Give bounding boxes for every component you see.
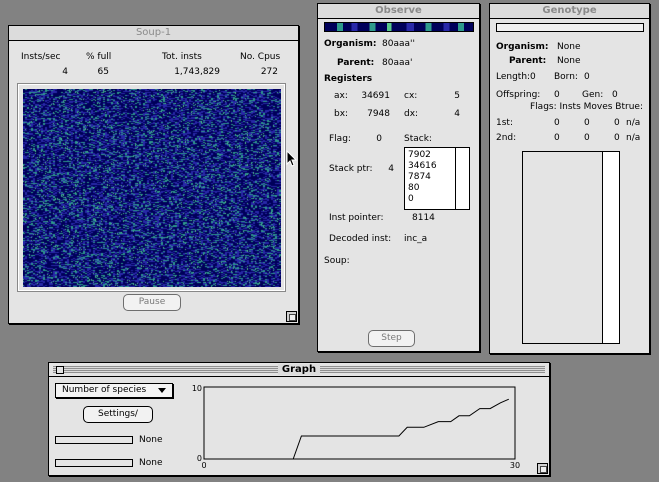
born-label: Born: [554,72,578,82]
graph-window: Graph Number of species Settings/ None N… [48,362,550,476]
second-row-btrue: n/a [626,133,641,143]
genotype-title[interactable]: Genotype [490,4,649,19]
x-tick-label: 0 [201,461,206,470]
pause-button[interactable]: Pause [123,294,181,311]
graph-title: Graph [277,364,321,375]
genotype-strip [496,23,644,32]
soup-header-full: % full [86,52,112,62]
length-value: 0 [530,72,536,82]
ax-label: ax: [334,91,348,101]
stack-item: 7874 [408,172,431,182]
decoded-label: Decoded inst: [329,234,392,244]
gen-value: 0 [612,90,618,100]
legend1-swatch [55,436,133,444]
genotype-window: Genotype Organism: None Parent: None Len… [489,3,650,354]
flag-value: 0 [376,134,382,144]
soup-title[interactable]: Soup-1 [9,26,298,41]
stack-ptr-label: Stack ptr: [329,164,373,174]
soup-header-cpus: No. Cpus [240,52,281,62]
dx-label: dx: [404,109,419,119]
mouse-pointer-icon [286,150,298,167]
dx-value: 4 [454,109,460,119]
length-label: Length: [496,72,531,82]
legend2-swatch [55,459,133,467]
second-row-flags: 0 [554,133,560,143]
first-row-flags: 0 [554,118,560,128]
second-row-insts: 0 [584,133,590,143]
soup-header-tot: Tot. insts [162,52,202,62]
inst-pointer-value: 8114 [412,213,435,223]
species-chart: 1000 30 [192,384,520,470]
ax-value: 34691 [361,91,390,101]
genotype-organism-label: Organism: [496,42,549,52]
y-tick-label: 10 [192,384,202,393]
gen-label: Gen: [582,90,604,100]
registers-heading: Registers [324,74,373,84]
flag-label: Flag: [329,134,351,144]
step-button[interactable]: Step [368,330,415,347]
soup-header-insts: Insts/sec [21,52,61,62]
species-dropdown[interactable]: Number of species [55,383,173,398]
graph-title-bar[interactable]: Graph [49,363,549,377]
legend2-label: None [139,458,163,468]
stack-item: 80 [408,183,420,193]
soup-label: Soup: [324,256,350,266]
stack-item: 0 [408,194,414,204]
observe-parent-label: Parent: [337,58,375,68]
second-row-label: 2nd: [496,133,517,143]
born-value: 0 [584,72,590,82]
graph-grow-box-icon[interactable] [537,463,548,474]
genotype-organism-value: None [557,42,581,52]
soup-value-full: 65 [97,67,109,77]
stack-label: Stack: [404,134,432,144]
cx-label: cx: [404,91,418,101]
soup-window: Soup-1 Insts/sec % full Tot. insts No. C… [8,25,299,324]
observe-parent-value: 80aaa' [382,58,413,68]
decoded-value: inc_a [404,234,428,244]
bx-value: 7948 [367,109,390,119]
offspring-value: 0 [554,90,560,100]
first-row-insts: 0 [584,118,590,128]
first-row-btrue: n/a [626,118,641,128]
flags-header: Flags: Insts Moves Btrue: [530,102,643,112]
first-row-label: 1st: [496,118,513,128]
soup-value-cpus: 272 [260,67,278,77]
observe-window: Observe Organism: 80aaa'' Parent: 80aaa'… [317,3,480,352]
soup-frame [17,83,286,292]
genotype-parent-label: Parent: [509,56,547,66]
genotype-list-scrollbar[interactable] [602,152,619,343]
observe-color-strip [324,22,474,32]
cx-value: 5 [454,91,460,101]
plot-frame [203,386,516,460]
observe-organism-value: 80aaa'' [382,39,415,49]
second-row-moves: 0 [614,133,620,143]
stack-item: 7902 [408,150,431,160]
soup-memory-map[interactable] [23,89,281,287]
x-tick-label: 30 [510,461,520,470]
genotype-parent-value: None [557,56,581,66]
observe-title[interactable]: Observe [318,4,479,19]
species-dropdown-value: Number of species [62,385,147,395]
stack-item: 34616 [408,161,437,171]
inst-pointer-label: Inst pointer: [329,213,384,223]
observe-organism-label: Organism: [324,39,377,49]
stack-list[interactable]: 7902 34616 7874 80 0 [404,147,470,210]
soup-value-insts: 4 [62,67,68,77]
stack-ptr-value: 4 [388,164,394,174]
soup-value-tot: 1,743,829 [174,67,220,77]
first-row-moves: 0 [614,118,620,128]
grow-box-icon[interactable] [286,311,297,322]
dropdown-arrow-icon [158,388,166,393]
offspring-label: Offspring: [496,90,541,100]
legend1-label: None [139,435,163,445]
close-box-icon[interactable] [56,366,64,374]
settings-button[interactable]: Settings/ [83,406,153,423]
bx-label: bx: [334,109,349,119]
genotype-list[interactable] [522,151,620,344]
